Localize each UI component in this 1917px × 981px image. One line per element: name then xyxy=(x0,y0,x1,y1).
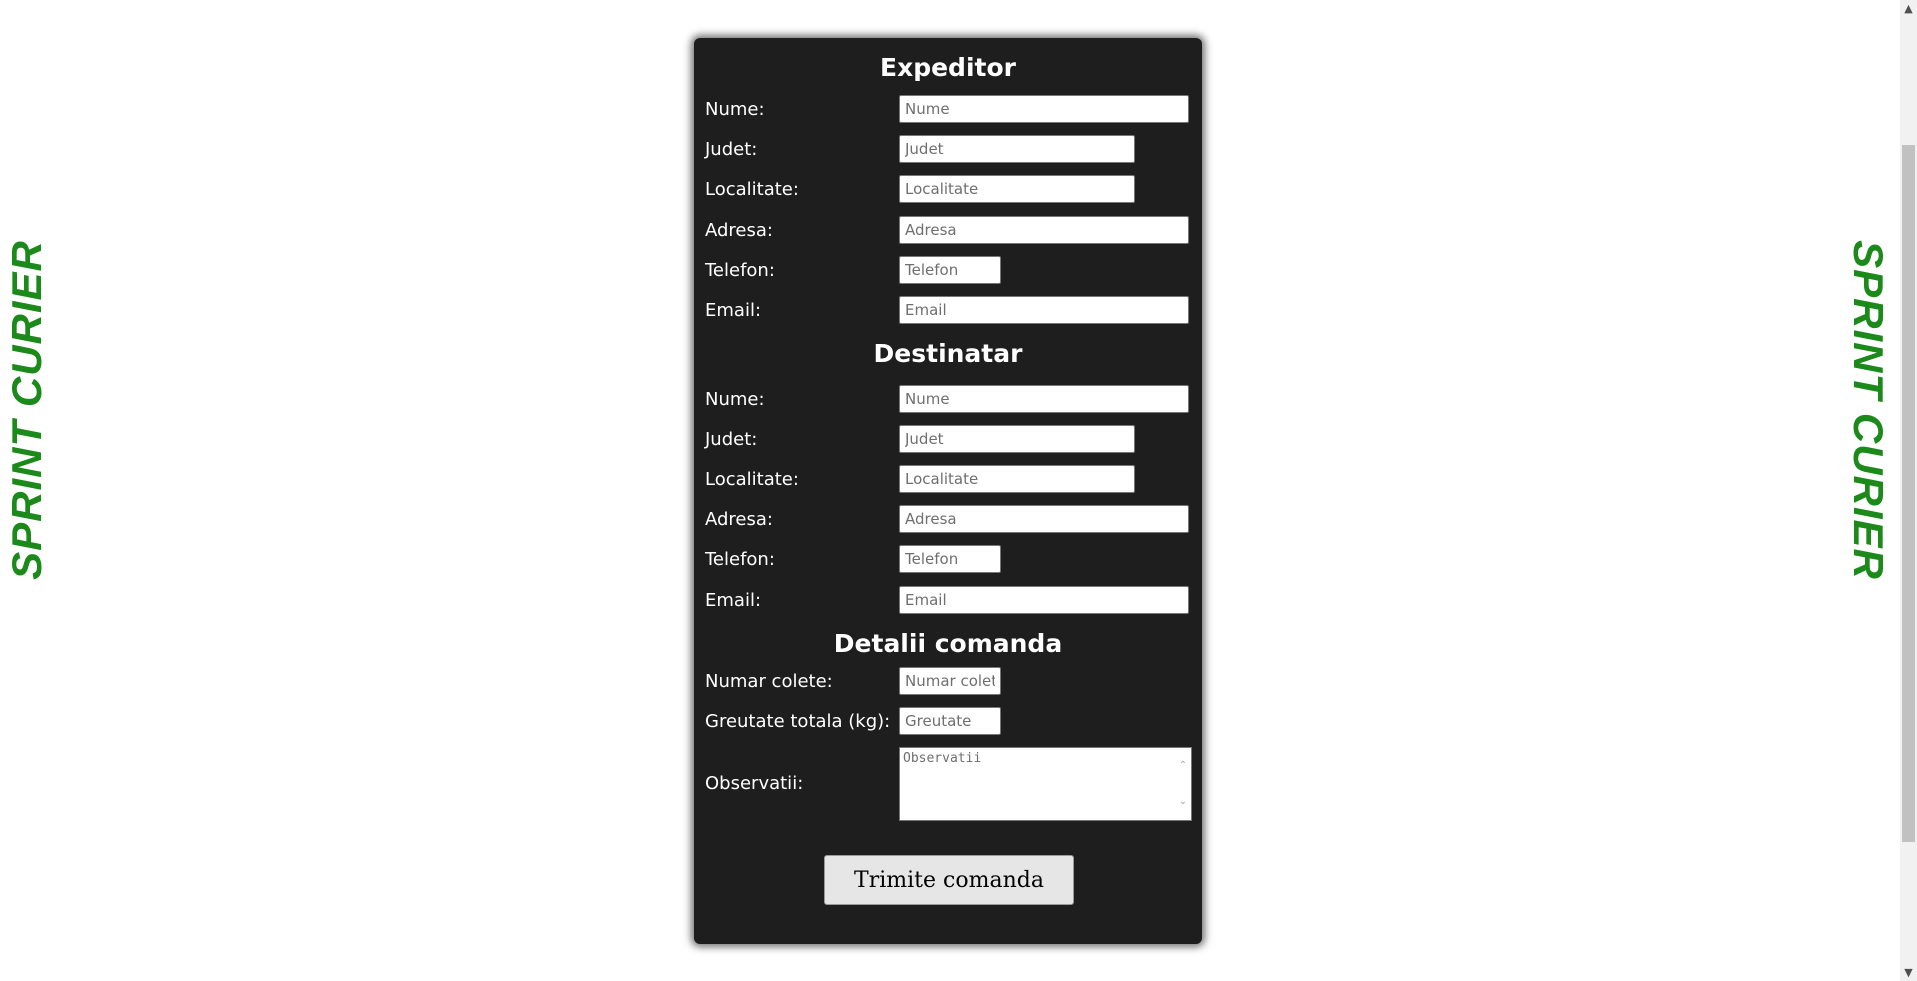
destinatar-email-label: Email: xyxy=(705,590,762,611)
destinatar-nume-row: Nume: xyxy=(705,385,1195,415)
expeditor-nume-label: Nume: xyxy=(705,99,765,120)
destinatar-localitate-row: Localitate: xyxy=(705,465,1195,495)
expeditor-localitate-row: Localitate: xyxy=(705,175,1195,205)
comanda-colete-label: Numar colete: xyxy=(705,671,833,692)
expeditor-telefon-input[interactable] xyxy=(899,256,1001,284)
textarea-scrollbar[interactable]: ⌃ ⌄ xyxy=(1175,748,1191,820)
scroll-down-arrow-icon[interactable]: ▼ xyxy=(1900,964,1917,981)
expeditor-judet-input[interactable] xyxy=(899,135,1135,163)
brand-right: SPRINT CURIER xyxy=(1838,240,1898,580)
scroll-up-arrow-icon[interactable]: ▲ xyxy=(1900,0,1917,17)
destinatar-nume-label: Nume: xyxy=(705,389,765,410)
expeditor-adresa-label: Adresa: xyxy=(705,220,773,241)
expeditor-localitate-input[interactable] xyxy=(899,175,1135,203)
order-form: Expeditor Nume: Judet: Localitate: Adres… xyxy=(694,38,1202,944)
destinatar-localitate-label: Localitate: xyxy=(705,469,799,490)
destinatar-telefon-row: Telefon: xyxy=(705,545,1195,575)
destinatar-adresa-label: Adresa: xyxy=(705,509,773,530)
destinatar-adresa-row: Adresa: xyxy=(705,505,1195,535)
expeditor-nume-input[interactable] xyxy=(899,95,1189,123)
chevron-up-icon: ⌃ xyxy=(1178,760,1188,771)
page: SPRINT CURIER SPRINT CURIER Expeditor Nu… xyxy=(0,0,1917,981)
submit-order-button[interactable]: Trimite comanda xyxy=(824,855,1074,905)
comanda-greutate-input[interactable] xyxy=(899,707,1001,735)
expeditor-telefon-label: Telefon: xyxy=(705,260,775,281)
destinatar-localitate-input[interactable] xyxy=(899,465,1135,493)
comanda-greutate-label: Greutate totala (kg): xyxy=(705,711,891,732)
destinatar-telefon-label: Telefon: xyxy=(705,549,775,570)
expeditor-email-row: Email: xyxy=(705,296,1195,326)
brand-left-text: SPRINT CURIER xyxy=(3,240,51,580)
expeditor-email-label: Email: xyxy=(705,300,762,321)
page-scrollbar[interactable]: ▲ ▼ xyxy=(1900,0,1917,981)
expeditor-email-input[interactable] xyxy=(899,296,1189,324)
brand-right-text: SPRINT CURIER xyxy=(1845,240,1893,580)
destinatar-judet-row: Judet: xyxy=(705,425,1195,455)
destinatar-email-row: Email: xyxy=(705,586,1195,616)
expeditor-nume-row: Nume: xyxy=(705,95,1195,125)
expeditor-judet-row: Judet: xyxy=(705,135,1195,165)
comanda-colete-input[interactable] xyxy=(899,667,1001,695)
comanda-observatii-label: Observatii: xyxy=(705,773,804,794)
expeditor-adresa-row: Adresa: xyxy=(705,216,1195,246)
expeditor-adresa-input[interactable] xyxy=(899,216,1189,244)
destinatar-judet-input[interactable] xyxy=(899,425,1135,453)
comanda-observatii-textarea[interactable] xyxy=(899,747,1192,821)
expeditor-judet-label: Judet: xyxy=(705,139,758,160)
comanda-observatii-row: Observatii: ⌃ ⌄ xyxy=(705,747,1195,821)
comanda-colete-row: Numar colete: xyxy=(705,667,1195,697)
destinatar-nume-input[interactable] xyxy=(899,385,1189,413)
comanda-greutate-row: Greutate totala (kg): xyxy=(705,707,1195,737)
destinatar-adresa-input[interactable] xyxy=(899,505,1189,533)
section-title-destinatar: Destinatar xyxy=(873,339,1023,368)
destinatar-telefon-input[interactable] xyxy=(899,545,1001,573)
section-title-expeditor: Expeditor xyxy=(880,53,1016,82)
section-title-comanda: Detalii comanda xyxy=(833,629,1063,658)
brand-left: SPRINT CURIER xyxy=(0,240,57,580)
destinatar-email-input[interactable] xyxy=(899,586,1189,614)
scrollbar-thumb[interactable] xyxy=(1902,145,1915,842)
destinatar-judet-label: Judet: xyxy=(705,429,758,450)
expeditor-localitate-label: Localitate: xyxy=(705,179,799,200)
chevron-down-icon: ⌄ xyxy=(1178,796,1188,807)
expeditor-telefon-row: Telefon: xyxy=(705,256,1195,286)
